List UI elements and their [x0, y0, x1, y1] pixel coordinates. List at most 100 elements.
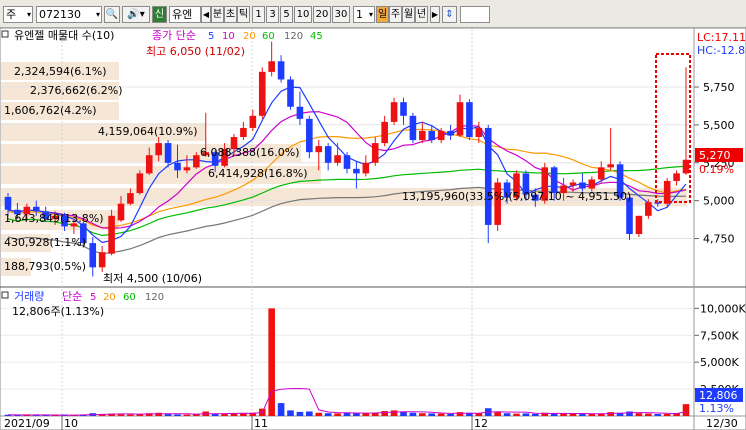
- hc-label: HC:-12.8: [697, 44, 745, 57]
- vp-label-range: 13,195,960(33.5%)(5,097.10 ~ 4,951.50): [402, 190, 631, 203]
- candle-body: [371, 143, 379, 163]
- count-input[interactable]: [460, 6, 490, 23]
- market-select[interactable]: 주 ▾: [3, 6, 33, 23]
- period-1-button[interactable]: 1: [252, 6, 265, 23]
- volume-bar: [287, 410, 294, 416]
- volume-legend-ma60: 60: [123, 292, 136, 303]
- volume-bar: [513, 413, 520, 416]
- period-select[interactable]: 1 ▾: [353, 6, 375, 23]
- unit-week-button[interactable]: 주: [389, 6, 402, 23]
- volume-bar: [381, 411, 388, 416]
- candle-body: [287, 79, 294, 107]
- low-annotation: 최저 4,500 (10/06): [103, 272, 202, 285]
- updown-toggle-button[interactable]: ⇕: [442, 6, 457, 23]
- volume-bar: [127, 414, 134, 416]
- period-20-button[interactable]: 20: [313, 6, 331, 23]
- volume-bar: [682, 404, 690, 416]
- prev-arrow-button[interactable]: ◀: [201, 6, 211, 23]
- volume-bar: [296, 411, 304, 416]
- period-label: 10: [296, 9, 310, 20]
- candle-body: [362, 162, 370, 174]
- speaker-icon: 🔊▾: [127, 9, 145, 20]
- volume-bar: [315, 412, 323, 416]
- tab-minute-label: 분: [212, 9, 223, 20]
- candle-body: [569, 182, 577, 186]
- vp-label: 6,414,928(16.8%): [208, 167, 308, 180]
- next-arrow-button[interactable]: ▶: [430, 6, 440, 23]
- volume-bar: [164, 414, 172, 416]
- candle-body: [117, 203, 125, 221]
- volume-bar: [635, 413, 643, 416]
- volume-bar: [362, 413, 370, 416]
- candle-body: [494, 182, 501, 225]
- candle-body: [673, 173, 680, 181]
- volume-last: 12,806: [699, 389, 738, 402]
- candle-body: [4, 196, 12, 210]
- tab-second[interactable]: 초: [224, 6, 237, 23]
- vp-label: 2,376,662(6.2%): [30, 84, 123, 97]
- high-annotation: 최고 6,050 (11/02): [146, 45, 245, 58]
- code-input-value: 072130: [39, 8, 81, 21]
- unit-label: 주: [390, 9, 401, 20]
- date-label: 10: [64, 417, 78, 430]
- tab-minute[interactable]: 분: [211, 6, 224, 23]
- triangle-left-icon: ◀: [202, 10, 210, 19]
- period-label: 3: [269, 9, 276, 20]
- code-input[interactable]: 072130 ▾: [36, 6, 102, 23]
- period-3-button[interactable]: 3: [266, 6, 279, 23]
- candle-body: [334, 155, 341, 163]
- price-label: 5,500: [703, 119, 735, 132]
- candle-body: [428, 130, 436, 141]
- chart-svg: 유엔젤 매물대 수(10) 종가 단순 5 10 20 60 120 45 최고…: [0, 27, 746, 430]
- search-button[interactable]: 🔍: [104, 6, 120, 23]
- chevron-down-icon: ▾: [368, 10, 373, 19]
- updown-arrow-icon: ⇕: [445, 9, 454, 20]
- unit-day-button[interactable]: 일: [376, 6, 389, 23]
- volume-bar: [654, 414, 662, 416]
- volume-legend-ma-label: 단순: [62, 290, 82, 303]
- new-listing-badge: 신: [152, 6, 167, 23]
- candle-body: [663, 180, 671, 204]
- tab-tick[interactable]: 틱: [237, 6, 250, 23]
- chevron-down-icon: ▾: [95, 10, 100, 19]
- candle-body: [353, 168, 360, 174]
- candle-body: [390, 102, 398, 122]
- unit-month-button[interactable]: 월: [402, 6, 415, 23]
- volume-axis-label: 5,000K: [700, 356, 739, 369]
- period-30-button[interactable]: 30: [332, 6, 350, 23]
- period-10-button[interactable]: 10: [294, 6, 312, 23]
- period-label: 5: [283, 9, 290, 20]
- candle-body: [98, 252, 106, 268]
- candle-body: [456, 102, 464, 136]
- toolbar: 주 ▾ 072130 ▾ 🔍 🔊▾ 신 유엔 ◀ 분 초 틱 1 3 5 10 …: [0, 0, 746, 28]
- volume-legend-title: 거래량: [14, 290, 44, 303]
- candle-body: [89, 243, 97, 268]
- volume-bar: [117, 414, 125, 416]
- unit-year-button[interactable]: 년: [415, 6, 428, 23]
- stock-chart[interactable]: 유엔젤 매물대 수(10) 종가 단순 5 10 20 60 120 45 최고…: [0, 27, 746, 430]
- candle-body: [127, 193, 134, 204]
- candle-body: [409, 115, 417, 141]
- candle-body: [136, 173, 144, 194]
- legend-ma60: 60: [262, 31, 275, 42]
- period-label: 30: [334, 9, 348, 20]
- volume-bar: [390, 410, 398, 416]
- last-pct: 0.19%: [699, 163, 734, 176]
- volume-bar: [532, 413, 539, 416]
- candle-body: [240, 127, 247, 138]
- volume-bar: [503, 413, 511, 416]
- candle-body: [343, 155, 351, 169]
- legend-ma-label: 종가 단순: [152, 29, 196, 42]
- tab-second-label: 초: [225, 9, 236, 20]
- volume-bar: [306, 411, 313, 416]
- candle-body: [484, 127, 492, 225]
- vp-label: 188,793(0.5%): [4, 260, 86, 273]
- candle-body: [324, 146, 332, 163]
- chevron-down-icon: ▾: [26, 10, 31, 19]
- period-5-button[interactable]: 5: [280, 6, 293, 23]
- candle-body: [183, 167, 191, 171]
- speaker-button[interactable]: 🔊▾: [122, 6, 150, 23]
- price-label: 4,750: [703, 233, 735, 246]
- period-label: 20: [315, 9, 329, 20]
- candle-body: [588, 179, 596, 189]
